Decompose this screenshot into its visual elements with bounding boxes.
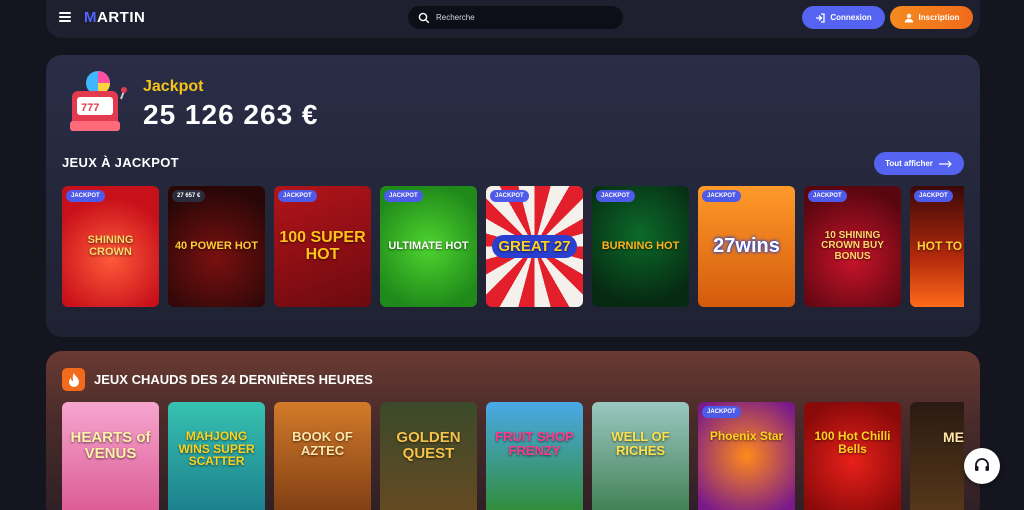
game-card-hearts-of-venus[interactable]: HEARTS of VENUS [62, 402, 159, 510]
show-all-button[interactable]: Tout afficher [874, 152, 964, 175]
jackpot-badge: JACKPOT [384, 190, 423, 202]
game-title: WELL OF RICHES [611, 429, 670, 458]
headset-icon [975, 458, 989, 471]
logo[interactable]: MARTIN [84, 9, 145, 26]
game-title: Phoenix Star [709, 429, 784, 443]
jackpot-badge: JACKPOT [66, 190, 105, 202]
game-title: 100 SUPER HOT [279, 228, 366, 263]
game-card-fruit-shop-frenzy[interactable]: FRUIT SHOP FRENZY [486, 402, 583, 510]
game-card-book-of-aztec[interactable]: BOOK OF AZTEC [274, 402, 371, 510]
game-title: 27wins [713, 235, 780, 257]
game-card-burning-hot[interactable]: JACKPOT BURNING HOT [592, 186, 689, 307]
game-card-mahjong-wins[interactable]: MAHJONG WINS SUPER SCATTER [168, 402, 265, 510]
jackpot-amount-badge: 27 657 € [172, 190, 206, 202]
jackpot-panel: 777 Jackpot 25 126 263 € JEUX À JACKPOT … [46, 55, 980, 337]
game-card-great-27[interactable]: JACKPOT GREAT 27 [486, 186, 583, 307]
game-card-40-power-hot[interactable]: 27 657 € 40 POWER HOT [168, 186, 265, 307]
jackpot-amount: 25 126 263 € [143, 99, 319, 130]
hot-games-row: HEARTS of VENUS MAHJONG WINS SUPER SCATT… [62, 402, 964, 510]
jackpot-badge: JACKPOT [702, 406, 741, 418]
game-title: 10 SHINING CROWN BUY BONUS [821, 229, 884, 262]
game-card-well-of-riches[interactable]: WELL OF RICHES [592, 402, 689, 510]
fire-icon [62, 368, 85, 391]
game-title: BURNING HOT [601, 239, 680, 252]
login-icon [816, 12, 825, 23]
game-title: GOLDEN QUEST [396, 429, 461, 462]
jackpot-badge: JACKPOT [490, 190, 529, 202]
game-card-shining-crown[interactable]: JACKPOT SHINING CROWN [62, 186, 159, 307]
game-title: ULTIMATE HOT [388, 239, 469, 252]
section-title-hot-games: JEUX CHAUDS DES 24 DERNIÈRES HEURES [94, 372, 373, 387]
arrow-right-icon [938, 160, 952, 167]
search-icon [418, 12, 430, 23]
top-bar: MARTIN Recherche Connexion Inscription [46, 0, 980, 38]
game-title: MEN [942, 429, 964, 445]
game-title: 100 Hot Chilli Bells [814, 429, 891, 456]
game-title: MAHJONG WINS SUPER SCATTER [178, 429, 255, 469]
game-card-men[interactable]: MEN [910, 402, 964, 510]
section-title-jackpot-games: JEUX À JACKPOT [62, 155, 179, 170]
game-card-27wins[interactable]: JACKPOT 27wins [698, 186, 795, 307]
jackpot-badge: JACKPOT [278, 190, 317, 202]
game-card-ultimate-hot[interactable]: JACKPOT ULTIMATE HOT [380, 186, 477, 307]
game-title: 40 POWER HOT [174, 239, 259, 252]
slot-machine-icon: 777 [70, 71, 127, 131]
signup-button[interactable]: Inscription [890, 6, 973, 29]
game-title: FRUIT SHOP FRENZY [495, 429, 574, 458]
jackpot-badge: JACKPOT [914, 190, 953, 202]
svg-text:777: 777 [81, 102, 99, 114]
game-card-100-hot-chilli-bells[interactable]: 100 Hot Chilli Bells [804, 402, 901, 510]
game-title: HEARTS of VENUS [70, 429, 151, 462]
jackpot-badge: JACKPOT [702, 190, 741, 202]
game-card-golden-quest[interactable]: GOLDEN QUEST [380, 402, 477, 510]
game-title: GREAT 27 [492, 234, 577, 259]
game-card-10-shining-crown[interactable]: JACKPOT 10 SHINING CROWN BUY BONUS [804, 186, 901, 307]
jackpot-games-row: JACKPOT SHINING CROWN 27 657 € 40 POWER … [62, 186, 964, 307]
game-card-hot-to-burn[interactable]: JACKPOT HOT TO BURN [910, 186, 964, 307]
jackpot-label: Jackpot [143, 78, 204, 95]
search-input[interactable]: Recherche [408, 6, 623, 29]
game-title: BOOK OF AZTEC [292, 429, 353, 458]
game-card-phoenix-star[interactable]: JACKPOT Phoenix Star [698, 402, 795, 510]
search-placeholder: Recherche [436, 13, 475, 22]
game-title: HOT TO BURN [916, 239, 964, 254]
menu-icon[interactable] [59, 12, 71, 22]
hot-games-panel: JEUX CHAUDS DES 24 DERNIÈRES HEURES HEAR… [46, 351, 980, 510]
support-chat-button[interactable] [964, 448, 1000, 484]
jackpot-badge: JACKPOT [596, 190, 635, 202]
jackpot-badge: JACKPOT [808, 190, 847, 202]
game-title: SHINING CROWN [87, 233, 134, 258]
game-card-100-super-hot[interactable]: JACKPOT 100 SUPER HOT [274, 186, 371, 307]
user-icon [904, 13, 913, 22]
login-button[interactable]: Connexion [802, 6, 885, 29]
